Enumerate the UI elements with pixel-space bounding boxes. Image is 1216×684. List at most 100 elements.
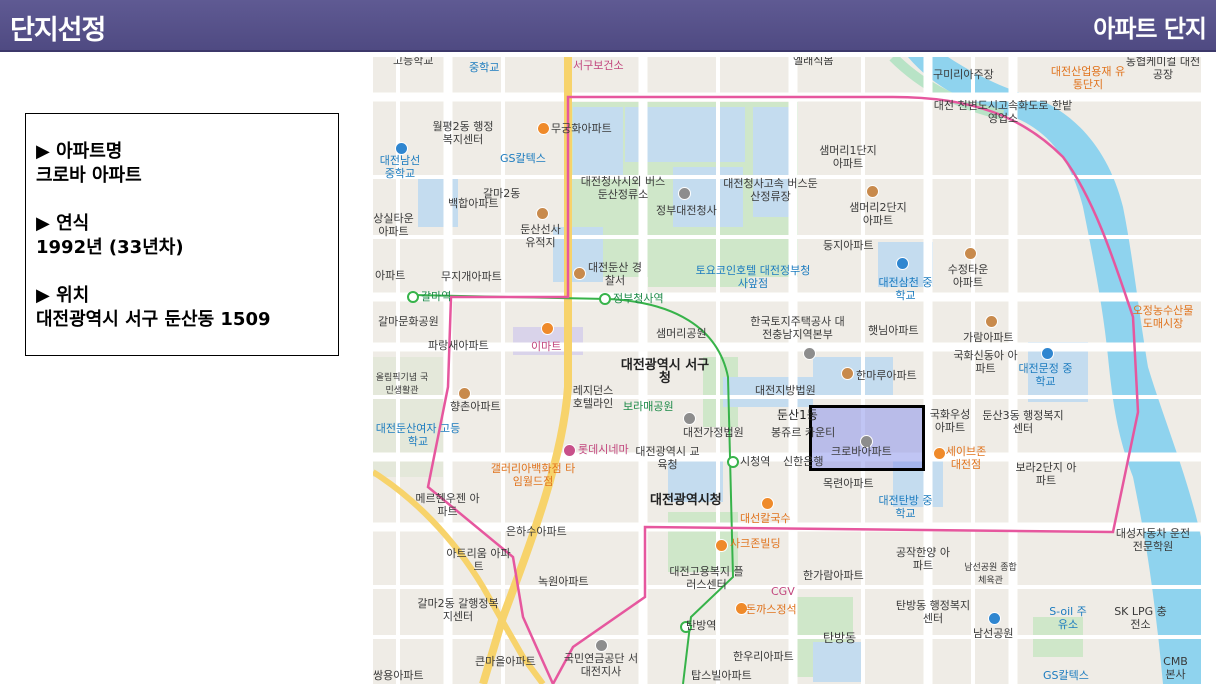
map-label: 백합아파트 bbox=[448, 197, 499, 210]
map-label: 농협케미컬 대전공장 bbox=[1125, 57, 1201, 81]
map-label: 대전광역시 교육청 bbox=[635, 445, 700, 471]
map-label: 탄방역 bbox=[686, 619, 717, 632]
station-marker-icon bbox=[727, 456, 739, 468]
map-label: 갈마2동 갈행정복지센터 bbox=[417, 597, 499, 623]
map-label: 대전 천변도시고속화도로 한밭영업소 bbox=[933, 99, 1073, 125]
office-marker-icon bbox=[595, 639, 608, 652]
map-label: 올림픽기념 국민생활관 bbox=[375, 373, 429, 396]
map-label: 대전탄방 중학교 bbox=[878, 494, 933, 520]
map-label: 대전광역시청 bbox=[650, 493, 722, 508]
map-label: S-oil 주유소 bbox=[1049, 605, 1087, 631]
map-label: 정부대전청사 bbox=[656, 204, 717, 217]
map-label: 수정타운 아파트 bbox=[947, 263, 989, 289]
map-label: 보라매공원 bbox=[623, 400, 674, 413]
poi-marker-icon bbox=[536, 207, 549, 220]
apartment-name-label: ▶ 아파트명 bbox=[36, 141, 123, 162]
page-subtitle: 아파트 단지 bbox=[1093, 15, 1207, 43]
map-label: 목련아파트 bbox=[823, 477, 874, 490]
map-label: 대전삼천 중학교 bbox=[878, 276, 933, 302]
map-label: 샘머리공원 bbox=[656, 327, 707, 340]
map-label: 이마트 bbox=[531, 340, 562, 353]
map-label: 큰마을아파트 bbox=[475, 655, 536, 668]
map-label: 향촌아파트 bbox=[450, 400, 501, 413]
map-label: 가람아파트 bbox=[963, 331, 1014, 344]
map-label: 탑스빌아파트 bbox=[691, 669, 752, 682]
map-label: 보라2단지 아파트 bbox=[1015, 461, 1077, 487]
poi-marker-icon bbox=[866, 185, 879, 198]
location-label: ▶ 위치 bbox=[36, 285, 90, 306]
map-label: 대선칼국수 bbox=[740, 512, 791, 525]
map-label: 무궁화아파트 bbox=[551, 122, 612, 135]
map-label: 한우리아파트 bbox=[733, 650, 794, 663]
map-label: 파랑새아파트 bbox=[428, 339, 489, 352]
school-marker-icon bbox=[988, 612, 1001, 625]
map-label: 탄방동 bbox=[823, 631, 857, 645]
poi-marker-icon bbox=[964, 247, 977, 260]
station-marker-icon bbox=[407, 291, 419, 303]
map-label: 남선공원 종합체육관 bbox=[964, 563, 1017, 586]
map-label: 토요코인호텔 대전정부청사앞점 bbox=[695, 264, 811, 290]
map-label: 상실타운 아파트 bbox=[373, 212, 414, 238]
map-label: 레지던스 호텔라인 bbox=[572, 384, 614, 410]
map-label: 갈마역 bbox=[421, 290, 452, 303]
map-label: 대전가정법원 bbox=[683, 426, 744, 439]
apartment-name-value: 크로바 아파트 bbox=[36, 165, 142, 186]
map-label: 둥지아파트 bbox=[823, 239, 874, 252]
court-marker-icon bbox=[683, 412, 696, 425]
poi-marker-icon bbox=[537, 122, 550, 135]
map-label: 샘머리1단지 아파트 bbox=[819, 144, 877, 170]
map-label: 햇님아파트 bbox=[868, 324, 919, 337]
map-label: 대전둔산여자 고등학교 bbox=[375, 422, 461, 448]
map-label: 둔산선사 유적지 bbox=[520, 223, 561, 249]
map-label: 대전지방법원 bbox=[755, 384, 816, 397]
map-label: 월평2동 행정복지센터 bbox=[432, 120, 494, 146]
map-label: 한국토지주택공사 대전충남지역본부 bbox=[750, 315, 845, 341]
government-marker-icon bbox=[678, 187, 691, 200]
map-label: 대전문정 중학교 bbox=[1018, 362, 1073, 388]
map-label: 한가람아파트 bbox=[803, 569, 864, 582]
map-label: 돈까스정석 bbox=[746, 603, 797, 616]
building-marker-icon bbox=[803, 347, 816, 360]
map-label: 아트리움 아파트 bbox=[446, 547, 511, 573]
school-marker-icon bbox=[1041, 347, 1054, 360]
map-label: 고등학교 bbox=[393, 57, 434, 67]
map-label: 둔산1동 bbox=[777, 408, 818, 422]
map-label: 갤러리아백화점 타임월드점 bbox=[490, 462, 576, 488]
map-label: GS칼텍스 bbox=[500, 152, 546, 165]
map-label: 대전남선 중학교 bbox=[379, 154, 421, 180]
map-label: 대전둔산 경찰서 bbox=[587, 261, 643, 287]
station-marker-icon bbox=[599, 293, 611, 305]
map-label: 탄방동 행정복지센터 bbox=[895, 599, 971, 625]
map-label: 메르헨우젠 아파트 bbox=[415, 492, 480, 518]
map-label: 대전청사시외 버스둔산정류소 bbox=[580, 175, 666, 201]
map-label: 무지개아파트 bbox=[441, 270, 502, 283]
map-label: 중학교 bbox=[469, 61, 500, 74]
building-marker-icon bbox=[715, 539, 728, 552]
cinema-marker-icon bbox=[563, 444, 576, 457]
map-label: 공작한양 아파트 bbox=[895, 546, 951, 572]
map-label: 구미리아주장 bbox=[933, 68, 994, 81]
map-label: 신한은행 bbox=[783, 455, 824, 468]
map-label: 정부청사역 bbox=[613, 292, 664, 305]
map-label: 은하수아파트 bbox=[506, 525, 567, 538]
map-label: 대전청사고속 버스둔산정류장 bbox=[723, 177, 818, 203]
map-label: 녹원아파트 bbox=[538, 575, 589, 588]
map-label: GS칼텍스 bbox=[1043, 669, 1089, 682]
map-label: 갈마문화공원 bbox=[378, 315, 439, 328]
map-label: 대전고용복지 플러스센터 bbox=[669, 565, 744, 591]
poi-marker-icon bbox=[458, 387, 471, 400]
map-label: 국화신동아 아파트 bbox=[953, 349, 1018, 375]
area-map[interactable]: 고등학교 중학교 서구보건소 엘래식봄 구미리아주장 대전산업용재 유통단지 농… bbox=[373, 57, 1201, 684]
map-label: 세이브존 대전점 bbox=[945, 445, 987, 471]
map-label: CMB 본사 bbox=[1163, 655, 1188, 681]
map-label: 대전산업용재 유통단지 bbox=[1050, 65, 1126, 91]
build-year-value: 1992년 (33년차) bbox=[36, 237, 184, 258]
map-label: 봉쥬르 카운티 bbox=[771, 426, 836, 439]
map-label: 시청역 bbox=[740, 455, 771, 468]
apartment-info-box: ▶ 아파트명 크로바 아파트 ▶ 연식 1992년 (33년차) ▶ 위치 대전… bbox=[25, 113, 339, 356]
map-label: 국민연금공단 서대전지사 bbox=[563, 652, 639, 678]
map-label: 엘래식봄 bbox=[793, 57, 834, 67]
map-label: 둔산3동 행정복지센터 bbox=[982, 409, 1064, 435]
mart-marker-icon bbox=[541, 322, 554, 335]
page-title: 단지선정 bbox=[10, 15, 106, 46]
